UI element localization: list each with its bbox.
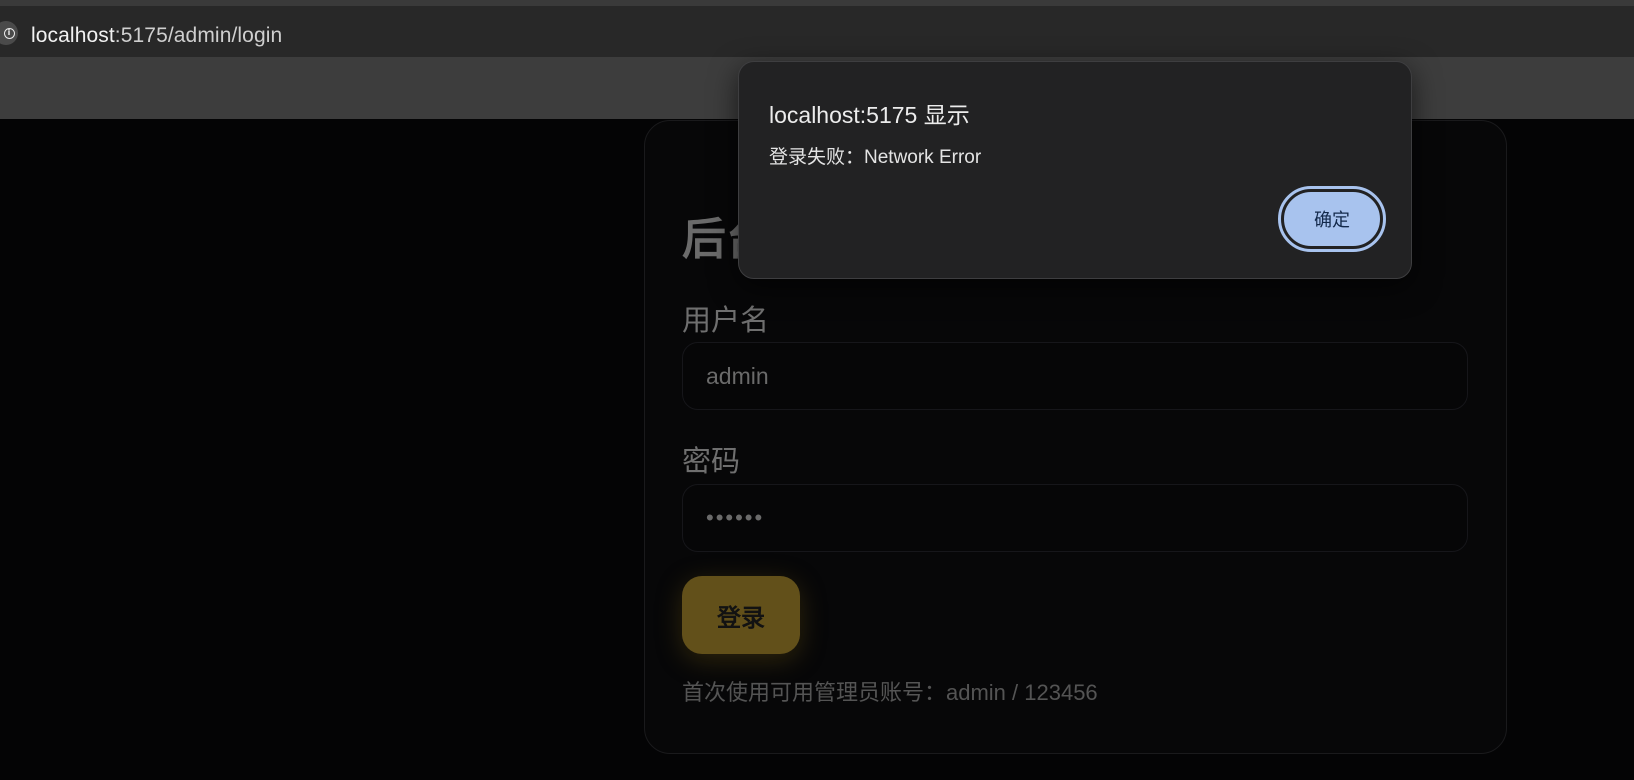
url-path: :5175/admin/login (114, 24, 283, 47)
site-info-icon[interactable]: i (0, 21, 18, 45)
alert-ok-button[interactable]: 确定 (1278, 186, 1386, 252)
alert-message: 登录失败：Network Error (769, 147, 982, 168)
username-label: 用户名 (682, 305, 770, 337)
login-button[interactable]: 登录 (682, 576, 800, 654)
username-input[interactable]: admin (682, 342, 1468, 410)
url-text[interactable]: localhost:5175/admin/login (31, 24, 282, 48)
url-host: localhost (31, 24, 115, 47)
password-label: 密码 (682, 446, 741, 478)
login-hint: 首次使用可用管理员账号：admin / 123456 (682, 680, 1098, 705)
alert-title: localhost:5175 显示 (769, 102, 970, 128)
address-bar[interactable]: i localhost:5175/admin/login (0, 6, 1634, 57)
password-input[interactable]: •••••• (682, 484, 1468, 552)
alert-dialog: localhost:5175 显示 登录失败：Network Error 确定 (738, 61, 1412, 279)
